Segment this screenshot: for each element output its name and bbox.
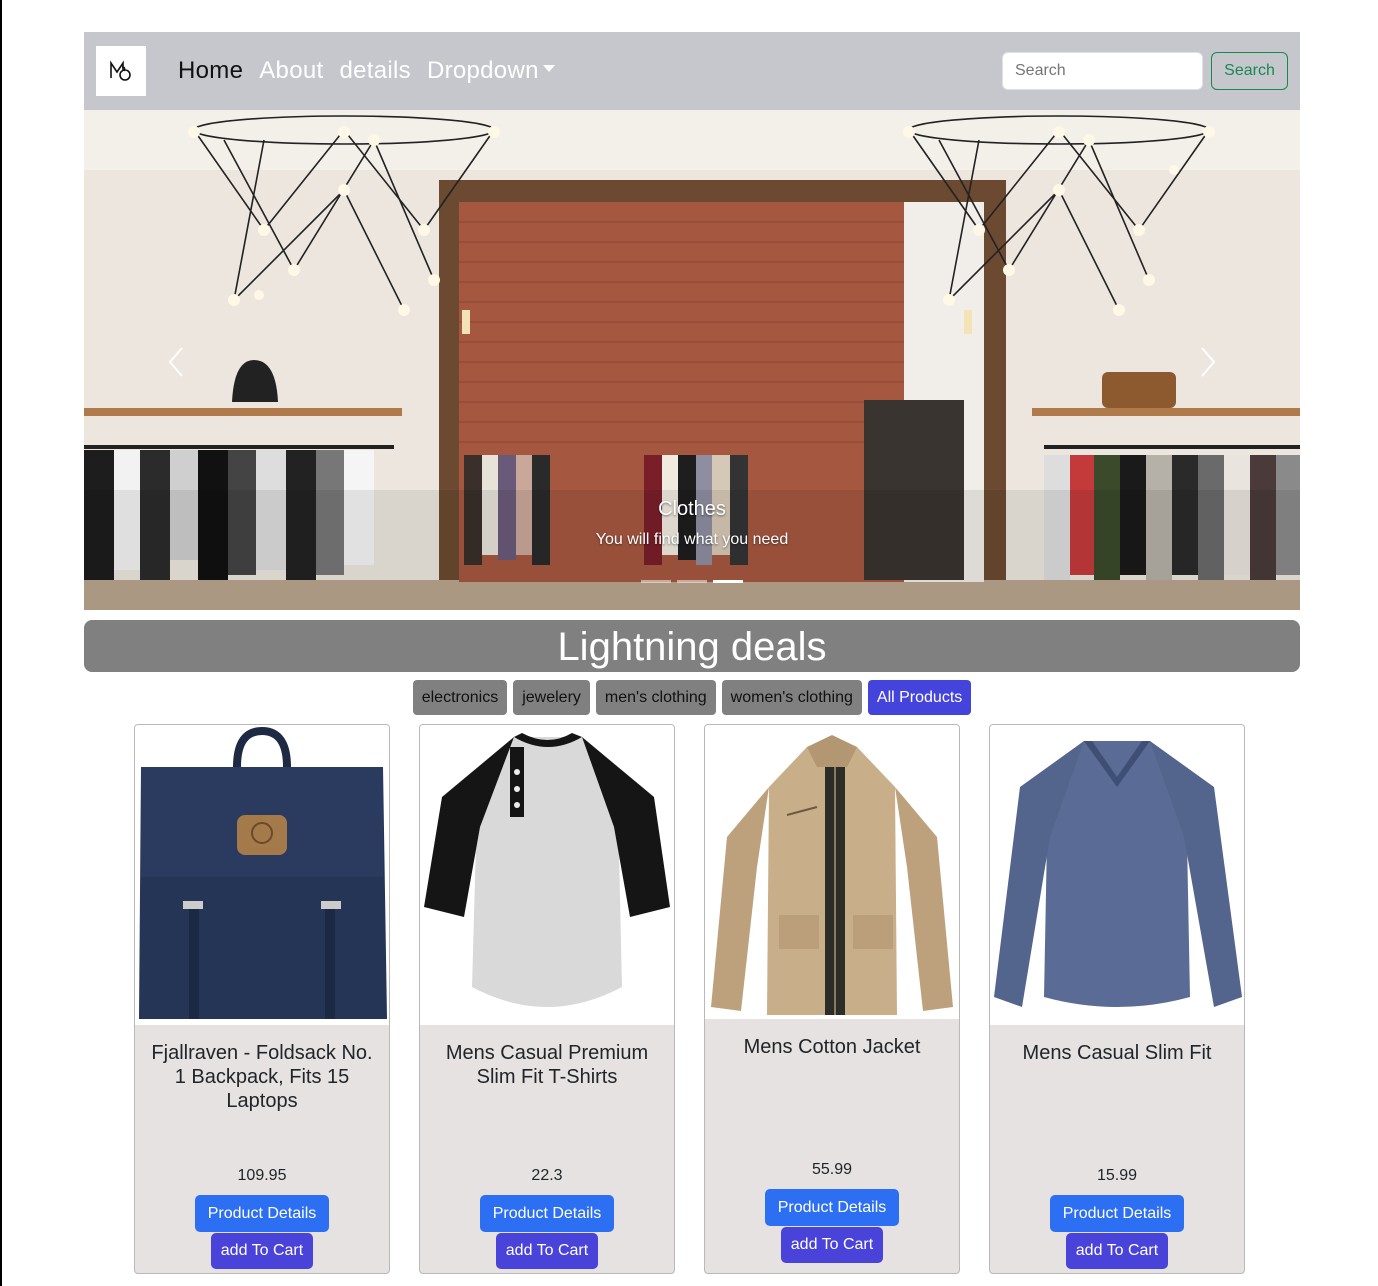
carousel-indicator-2[interactable] [677, 580, 707, 583]
product-title: Mens Casual Premium Slim Fit T-Shirts [445, 1042, 649, 1088]
chevron-left-icon [168, 347, 183, 377]
search-input[interactable] [1002, 52, 1203, 90]
raglan-tshirt-image [424, 733, 670, 1007]
carousel-next-button[interactable] [1188, 342, 1228, 382]
carousel-prev-button[interactable] [156, 342, 196, 382]
carousel-indicators [84, 580, 1300, 583]
filter-womens-clothing[interactable]: women's clothing [721, 680, 862, 715]
product-title: Mens Casual Slim Fit [1022, 1042, 1212, 1064]
add-to-cart-button[interactable]: add To Cart [495, 1233, 599, 1269]
add-to-cart-button[interactable]: add To Cart [1065, 1233, 1169, 1269]
nav-links: Home About details Dropdown [170, 32, 563, 110]
long-sleeve-shirt-image [994, 741, 1242, 1007]
product-image[interactable] [990, 725, 1244, 1025]
add-to-cart-button[interactable]: add To Cart [780, 1227, 884, 1263]
nav-dropdown-label: Dropdown [426, 57, 539, 84]
backpack-image [139, 727, 387, 1019]
product-title: Fjallraven - Foldsack No. 1 Backpack, Fi… [151, 1042, 373, 1112]
carousel-caption-text: You will find what you need [595, 531, 789, 548]
brand-logo[interactable] [96, 46, 146, 96]
caret-down-icon [542, 65, 555, 72]
add-to-cart-button[interactable]: add To Cart [210, 1233, 314, 1269]
window-edge [0, 0, 2, 1286]
hero-carousel: Clothes You will find what you need [84, 110, 1300, 610]
page-container: Home About details Dropdown Search Searc… [84, 32, 1300, 1274]
filter-jewelery[interactable]: jewelery [513, 680, 590, 715]
carousel-indicator-1[interactable] [641, 580, 671, 583]
product-title: Mens Cotton Jacket [743, 1036, 921, 1058]
chevron-right-icon [1201, 347, 1216, 377]
navbar: Home About details Dropdown Search [84, 32, 1300, 110]
product-price: 22.3 [531, 1167, 563, 1184]
category-filters: electronics jewelery men's clothing wome… [84, 680, 1300, 716]
nav-about[interactable]: About [251, 57, 331, 85]
carousel-indicator-3[interactable] [713, 580, 743, 583]
product-price: 55.99 [811, 1161, 853, 1178]
product-details-button[interactable]: Product Details [1049, 1195, 1185, 1232]
product-details-button[interactable]: Product Details [764, 1189, 900, 1226]
jacket-image [711, 735, 953, 1015]
product-card: Mens Casual Slim Fit 15.99 Product Detai… [989, 724, 1245, 1274]
carousel-caption: Clothes You will find what you need [84, 498, 1300, 549]
product-details-button[interactable]: Product Details [194, 1195, 330, 1232]
product-price: 109.95 [237, 1167, 287, 1184]
logo-icon [110, 60, 131, 81]
product-image[interactable] [420, 725, 674, 1025]
product-card: Mens Cotton Jacket 55.99 Product Details… [704, 724, 960, 1274]
product-price: 15.99 [1096, 1167, 1138, 1184]
product-image[interactable] [705, 725, 959, 1019]
product-details-button[interactable]: Product Details [479, 1195, 615, 1232]
filter-electronics[interactable]: electronics [412, 680, 508, 715]
product-card: Fjallraven - Foldsack No. 1 Backpack, Fi… [134, 724, 390, 1274]
product-grid: Fjallraven - Foldsack No. 1 Backpack, Fi… [134, 724, 1245, 1274]
filter-mens-clothing[interactable]: men's clothing [595, 680, 716, 715]
product-image[interactable] [135, 725, 389, 1025]
nav-details[interactable]: details [331, 57, 418, 85]
nav-home[interactable]: Home [170, 57, 251, 85]
search-button[interactable]: Search [1211, 52, 1288, 90]
nav-dropdown[interactable]: Dropdown [419, 57, 563, 85]
filter-all-products[interactable]: All Products [867, 680, 972, 715]
carousel-caption-title: Clothes [658, 498, 726, 520]
search-form: Search [1002, 52, 1288, 90]
deals-heading: Lightning deals [84, 620, 1300, 672]
product-card: Mens Casual Premium Slim Fit T-Shirts 22… [419, 724, 675, 1274]
